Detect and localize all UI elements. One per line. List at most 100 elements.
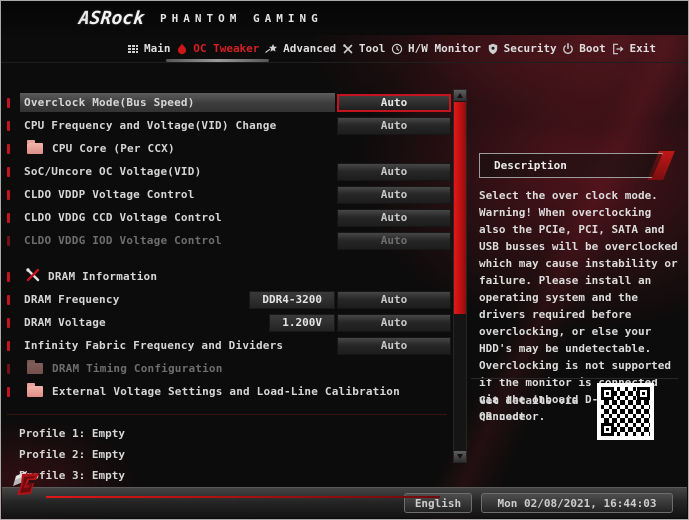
setting-value-button[interactable]: Auto — [337, 336, 451, 355]
row-tick-icon — [7, 235, 10, 246]
row-tick-icon — [7, 166, 10, 177]
list-divider — [7, 414, 447, 415]
setting-label: Infinity Fabric Frequency and Dividers — [24, 339, 284, 352]
tab-tool[interactable]: Tool — [342, 42, 386, 55]
setting-row-infinity-fabric[interactable]: Infinity Fabric Frequency and Dividers A… — [3, 334, 451, 357]
asrock-logo: ASRock — [77, 7, 146, 29]
tools-icon — [342, 43, 354, 55]
section-row-dram-information[interactable]: DRAM Information — [3, 265, 451, 288]
phantom-gaming-logo — [8, 464, 46, 506]
tab-label: H/W Monitor — [408, 42, 481, 55]
tab-label: Tool — [358, 42, 386, 55]
row-tick-icon — [7, 212, 10, 223]
tab-label: Exit — [629, 42, 656, 55]
red-accent-line — [46, 496, 440, 498]
setting-label: DRAM Information — [48, 270, 158, 283]
scroll-up-arrow-icon[interactable] — [454, 90, 466, 101]
setting-value-button[interactable]: Auto — [337, 162, 451, 181]
folder-icon — [27, 360, 43, 374]
header: ASRock PHANTOM GAMING — [1, 1, 688, 35]
power-icon — [562, 42, 574, 55]
row-tick-icon — [7, 143, 10, 154]
setting-value-button[interactable]: Auto — [337, 290, 451, 309]
crossed-tools-icon — [25, 267, 41, 286]
setting-row-cpu-frequency-voltage[interactable]: CPU Frequency and Voltage(VID) Change Au… — [3, 114, 451, 137]
setting-row-overclock-mode[interactable]: Overclock Mode(Bus Speed) Auto — [3, 91, 451, 114]
side-panel-divider — [471, 378, 678, 379]
setting-label: DRAM Voltage — [24, 316, 106, 329]
row-tick-icon — [7, 363, 10, 374]
shield-icon — [487, 43, 499, 55]
tab-advanced[interactable]: Advanced — [265, 42, 336, 55]
setting-label: CPU Frequency and Voltage(VID) Change — [24, 119, 277, 132]
tab-hw-monitor[interactable]: H/W Monitor — [391, 42, 481, 55]
folder-row-cpu-core-per-ccx[interactable]: CPU Core (Per CCX) — [3, 137, 451, 160]
qr-code — [597, 383, 654, 440]
flame-icon — [176, 43, 188, 55]
description-header: Description — [479, 153, 663, 178]
setting-row-soc-uncore-voltage[interactable]: SoC/Uncore OC Voltage(VID) Auto — [3, 160, 451, 183]
settings-list: Overclock Mode(Bus Speed) Auto CPU Frequ… — [3, 91, 451, 486]
row-tick-icon — [7, 294, 10, 305]
row-tick-icon — [7, 120, 10, 131]
setting-label: Overclock Mode(Bus Speed) — [24, 96, 195, 109]
setting-value-button[interactable]: Auto — [337, 185, 451, 204]
setting-row-cldo-vddg-ccd[interactable]: CLDO VDDG CCD Voltage Control Auto — [3, 206, 451, 229]
folder-row-external-voltage[interactable]: External Voltage Settings and Load-Line … — [3, 380, 451, 403]
row-tick-icon — [7, 97, 10, 108]
status-bar: English Mon 02/08/2021, 16:44:03 — [2, 487, 687, 518]
grid-icon — [127, 43, 139, 55]
qr-code-label: Get details via QR code — [479, 394, 579, 423]
row-tick-icon — [7, 189, 10, 200]
tab-label: OC Tweaker — [193, 42, 260, 55]
setting-label: External Voltage Settings and Load-Line … — [52, 385, 400, 398]
tab-exit[interactable]: Exit — [611, 42, 656, 55]
profile-label: Profile 2: Empty — [19, 448, 125, 461]
profile-row-1[interactable]: Profile 1: Empty — [3, 423, 451, 444]
setting-label: CLDO VDDG IOD Voltage Control — [24, 234, 222, 247]
setting-info-value: 1.200V — [269, 313, 335, 332]
bios-screen: ASRock PHANTOM GAMING Main OC Tweaker Ad… — [0, 0, 689, 520]
folder-icon — [27, 383, 43, 397]
setting-label: CPU Core (Per CCX) — [52, 142, 175, 155]
scrollbar-thumb[interactable] — [454, 102, 466, 314]
tab-label: Boot — [579, 42, 606, 55]
tab-label: Main — [144, 42, 171, 55]
tab-boot[interactable]: Boot — [562, 42, 606, 55]
tab-main[interactable]: Main — [127, 42, 171, 55]
row-tick-icon — [7, 386, 10, 397]
tab-label: Security — [503, 42, 557, 55]
folder-icon — [27, 140, 43, 154]
setting-row-cldo-vddp[interactable]: CLDO VDDP Voltage Control Auto — [3, 183, 451, 206]
setting-value-button[interactable]: Auto — [337, 116, 451, 135]
profile-row-2[interactable]: Profile 2: Empty — [3, 444, 451, 465]
setting-value-button[interactable]: Auto — [337, 313, 451, 332]
scroll-down-arrow-icon[interactable] — [454, 451, 466, 462]
setting-info-value: DDR4-3200 — [249, 290, 335, 309]
setting-row-dram-frequency[interactable]: DRAM Frequency DDR4-3200 Auto — [3, 288, 451, 311]
qr-finder-icon — [601, 387, 614, 400]
setting-value-button[interactable]: Auto — [337, 93, 451, 112]
profile-row-3[interactable]: Profile 3: Empty — [3, 465, 451, 486]
setting-row-dram-voltage[interactable]: DRAM Voltage 1.200V Auto — [3, 311, 451, 334]
list-scrollbar[interactable] — [453, 89, 467, 463]
datetime-display: Mon 02/08/2021, 16:44:03 — [481, 493, 673, 513]
description-title: Description — [494, 159, 567, 172]
setting-row-cldo-vddg-iod: CLDO VDDG IOD Voltage Control Auto — [3, 229, 451, 252]
setting-value-button[interactable]: Auto — [337, 208, 451, 227]
qr-finder-icon — [637, 387, 650, 400]
exit-icon — [611, 43, 624, 55]
row-tick-icon — [7, 317, 10, 328]
tab-security[interactable]: Security — [487, 42, 557, 55]
brand-title: PHANTOM GAMING — [160, 11, 323, 25]
setting-label: DRAM Timing Configuration — [52, 362, 223, 375]
tab-label: Advanced — [283, 42, 337, 55]
tab-oc-tweaker[interactable]: OC Tweaker — [166, 42, 270, 62]
qr-finder-icon — [601, 423, 614, 436]
row-tick-icon — [7, 271, 10, 282]
star-icon — [265, 43, 278, 55]
menu-tab-bar: Main OC Tweaker Advanced Tool H/W Monito… — [1, 35, 688, 63]
monitor-icon — [391, 43, 403, 55]
setting-label: DRAM Frequency — [24, 293, 120, 306]
